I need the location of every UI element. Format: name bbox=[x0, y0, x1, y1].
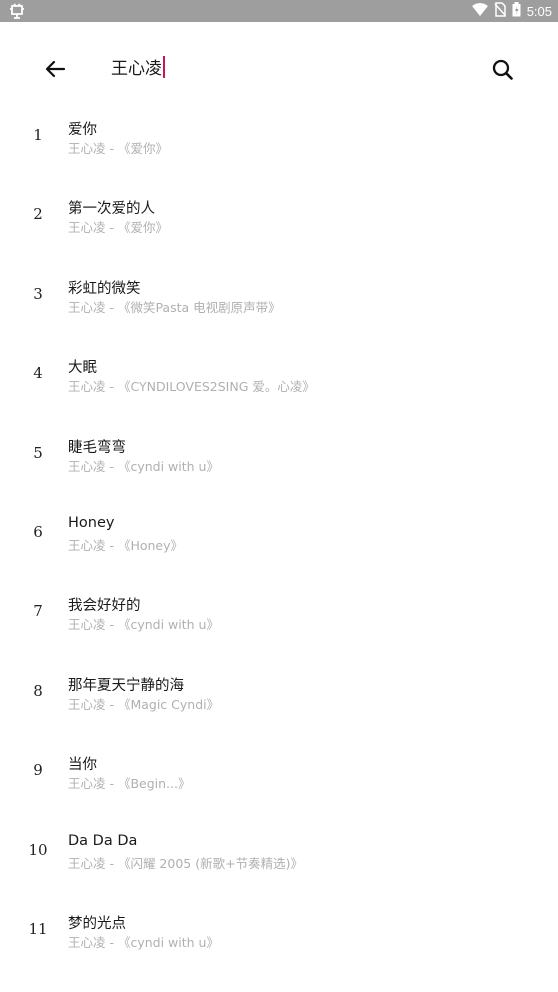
track-number: 4 bbox=[33, 364, 43, 383]
song-title: 彩虹的微笑 bbox=[68, 280, 141, 297]
search-button[interactable] bbox=[486, 54, 520, 86]
song-row[interactable]: 5 睫毛弯弯王心凌 - 《cyndi with u》 bbox=[0, 415, 558, 494]
song-row[interactable]: 3 彩虹的微笑王心凌 - 《微笑Pasta 电视剧原声带》 bbox=[0, 256, 558, 335]
track-number: 3 bbox=[33, 284, 43, 303]
song-title: 我会好好的 bbox=[68, 598, 141, 615]
song-title: 第一次爱的人 bbox=[68, 201, 155, 218]
song-artist-album: 王心凌 - 《Begin...》 bbox=[68, 776, 191, 792]
song-title: 梦的光点 bbox=[68, 915, 126, 932]
track-number: 2 bbox=[33, 205, 43, 224]
song-artist-album: 王心凌 - 《cyndi with u》 bbox=[68, 934, 219, 950]
song-title: 爱你 bbox=[68, 122, 97, 138]
song-artist-album: 王心凌 - 《爱你》 bbox=[68, 220, 168, 236]
song-row[interactable]: 2 第一次爱的人 王心凌 - 《爱你》 bbox=[0, 176, 558, 255]
bug-icon bbox=[8, 2, 26, 24]
clock-time: 5:05 bbox=[526, 3, 552, 19]
battery-icon bbox=[512, 1, 521, 21]
song-title: Honey bbox=[68, 514, 115, 531]
song-row[interactable]: 9 当你王心凌 - 《Begin...》 bbox=[0, 732, 558, 811]
song-row[interactable]: 1 爱你王心凌 - 《爱你》 bbox=[0, 97, 558, 176]
search-icon bbox=[492, 59, 513, 80]
song-row[interactable]: 10 Da Da Da 王心凌 - 《闪耀 2005 (新歌+节奏精选)》 bbox=[0, 812, 558, 891]
search-input[interactable]: 王心凌 bbox=[111, 56, 165, 81]
track-number: 6 bbox=[33, 522, 43, 541]
track-number: 11 bbox=[28, 919, 48, 938]
song-title: Da Da Da bbox=[68, 832, 138, 849]
no-sim-icon bbox=[494, 1, 506, 21]
track-number: 5 bbox=[33, 443, 43, 462]
song-row[interactable]: 7 我会好好的王心凌 - 《cyndi with u》 bbox=[0, 573, 558, 652]
back-button[interactable] bbox=[38, 54, 74, 84]
search-query: 王心凌 bbox=[111, 59, 162, 79]
track-number: 1 bbox=[33, 126, 43, 144]
song-artist-album: 王心凌 - 《闪耀 2005 (新歌+节奏精选)》 bbox=[68, 855, 303, 871]
song-title: 大眠 bbox=[68, 360, 97, 377]
song-artist-album: 王心凌 - 《cyndi with u》 bbox=[68, 458, 219, 474]
song-artist-album: 王心凌 - 《Honey》 bbox=[68, 537, 184, 553]
song-row[interactable]: 6 Honey 王心凌 - 《Honey》 bbox=[0, 494, 558, 573]
song-title: 那年夏天宁静的海 bbox=[68, 677, 184, 694]
song-artist-album: 王心凌 - 《cyndi with u》 bbox=[68, 617, 219, 633]
song-row[interactable]: 8 那年夏天宁静的海王心凌 - 《Magic Cyndi》 bbox=[0, 653, 558, 732]
wifi-icon bbox=[471, 2, 488, 21]
song-artist-album: 王心凌 - 《Magic Cyndi》 bbox=[68, 696, 220, 712]
song-artist-album: 王心凌 - 《爱你》 bbox=[68, 141, 168, 156]
song-list: 1 爱你 王心凌 - 《爱你》 2 第一次爱的人 王心凌 - 《爱你》 3 彩虹的微笑 王心凌 … bbox=[0, 97, 558, 970]
track-number: 10 bbox=[28, 840, 48, 859]
song-row[interactable]: 11 梦的光点王心凌 - 《cyndi with u》 bbox=[0, 891, 558, 970]
track-number: 7 bbox=[33, 602, 43, 621]
text-caret bbox=[163, 56, 165, 78]
song-row[interactable]: 4 大眠王心凌 - 《CYNDILOVES2SING 爱。心凌》 bbox=[0, 335, 558, 414]
status-bar: 5:05 bbox=[0, 0, 558, 22]
song-title: 睫毛弯弯 bbox=[68, 439, 126, 456]
arrow-back-icon bbox=[45, 60, 66, 78]
track-number: 9 bbox=[33, 761, 43, 780]
song-artist-album: 王心凌 - 《微笑Pasta 电视剧原声带》 bbox=[68, 299, 281, 315]
song-artist-album: 王心凌 - 《CYNDILOVES2SING 爱。心凌》 bbox=[68, 379, 315, 395]
song-title: 当你 bbox=[68, 757, 97, 774]
track-number: 8 bbox=[33, 681, 43, 700]
